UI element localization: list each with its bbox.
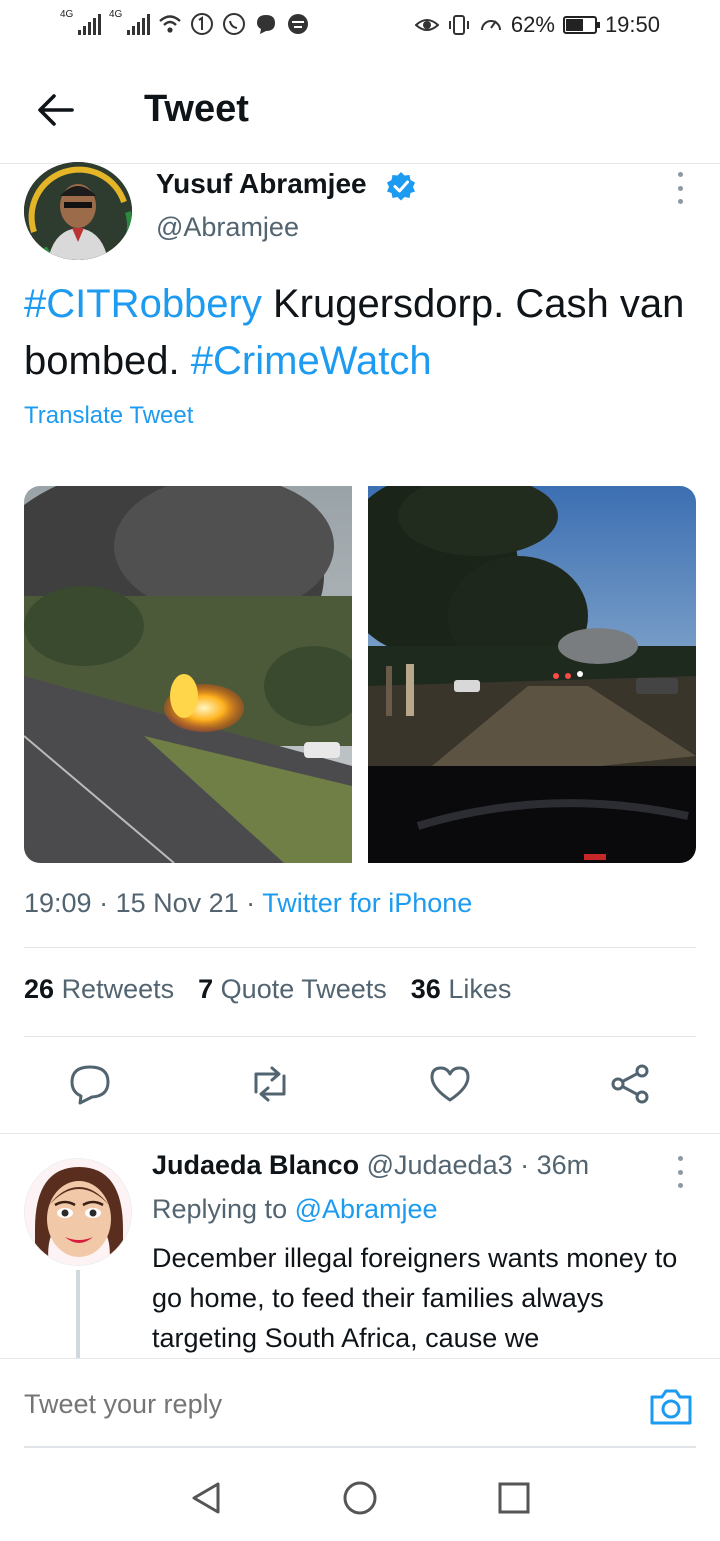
battery-icon [562, 16, 600, 34]
likes-stat[interactable]: 36 Likes [411, 974, 512, 1005]
page-title: Tweet [144, 88, 249, 130]
divider [0, 1133, 720, 1134]
thread-line [76, 1270, 80, 1360]
tweet-actions [0, 1062, 720, 1110]
reply-icon[interactable] [68, 1062, 112, 1106]
tweet-source-link[interactable]: Twitter for iPhone [262, 888, 472, 918]
network-type-2: 4G [109, 9, 123, 20]
verified-badge-icon [387, 172, 415, 201]
tweet-time: 19:09 [24, 888, 92, 918]
vpn-icon [286, 12, 310, 36]
battery-fill [565, 19, 584, 31]
tweet-photo-2[interactable] [368, 486, 696, 863]
replying-prefix: Replying to [152, 1194, 288, 1224]
clock: 19:50 [604, 12, 660, 37]
share-icon[interactable] [608, 1062, 652, 1106]
battery-percent: 62% [510, 12, 555, 37]
reply-composer [0, 1358, 720, 1448]
reply-author-handle[interactable]: @Judaeda3 [367, 1150, 513, 1180]
data-saver-icon [190, 12, 214, 36]
nav-recents-icon[interactable] [496, 1480, 532, 1516]
reply-text: December illegal foreigners wants money … [152, 1243, 678, 1353]
camera-icon[interactable] [648, 1385, 694, 1429]
wifi-icon [158, 12, 182, 36]
replying-to: Replying to @Abramjee [152, 1194, 438, 1225]
author-handle[interactable]: @Abramjee [156, 212, 299, 243]
system-nav-bar [0, 1450, 720, 1541]
vibrate-icon [447, 13, 471, 37]
reply-header: Judaeda Blanco @Judaeda3 · 36m [152, 1150, 590, 1180]
reply-more-options-icon[interactable] [676, 1156, 684, 1188]
mention-link[interactable]: @Abramjee [295, 1194, 438, 1224]
tweet-date: 15 Nov 21 [115, 888, 239, 918]
reply-author-avatar[interactable] [24, 1158, 132, 1266]
nav-home-icon[interactable] [342, 1480, 378, 1516]
network-type-1: 4G [60, 9, 74, 20]
tweet-text: #CITRobbery Krugersdorp. Cash van bombed… [24, 276, 704, 390]
reply-author-name[interactable]: Judaeda Blanco [152, 1150, 359, 1180]
chat-bubble-icon [254, 12, 278, 36]
status-bar: 4G 4G 62% 19:50 [0, 0, 720, 56]
tweet-stats: 26 Retweets 7 Quote Tweets 36 Likes [24, 974, 511, 1005]
retweet-icon[interactable] [248, 1062, 292, 1106]
retweets-stat[interactable]: 26 Retweets [24, 974, 174, 1005]
reply-input[interactable] [24, 1389, 584, 1420]
performance-icon [479, 13, 503, 37]
tweet-photo-1[interactable] [24, 486, 352, 863]
whatsapp-icon [222, 12, 246, 36]
top-app-bar: Tweet [0, 56, 720, 164]
like-heart-icon[interactable] [428, 1062, 472, 1106]
tweet-meta: 19:09 · 15 Nov 21 · Twitter for iPhone [24, 888, 473, 918]
translate-tweet-link[interactable]: Translate Tweet [24, 402, 193, 430]
cellular-signal-icon-2: 4G [109, 9, 150, 35]
cellular-signal-icon: 4G [60, 9, 101, 35]
author-avatar[interactable] [24, 162, 132, 260]
reply-age: 36m [536, 1150, 590, 1180]
tweet-more-options-icon[interactable] [676, 172, 684, 204]
hashtag-link[interactable]: #CrimeWatch [191, 339, 432, 383]
eye-comfort-icon [414, 13, 439, 37]
composer-underline [24, 1446, 696, 1448]
author-name[interactable]: Yusuf Abramjee [156, 168, 367, 200]
nav-back-icon[interactable] [188, 1480, 224, 1516]
hashtag-link[interactable]: #CITRobbery [24, 282, 262, 326]
divider [24, 1036, 696, 1037]
back-arrow-icon[interactable] [36, 90, 76, 130]
quote-tweets-stat[interactable]: 7 Quote Tweets [198, 974, 387, 1005]
divider [24, 947, 696, 948]
